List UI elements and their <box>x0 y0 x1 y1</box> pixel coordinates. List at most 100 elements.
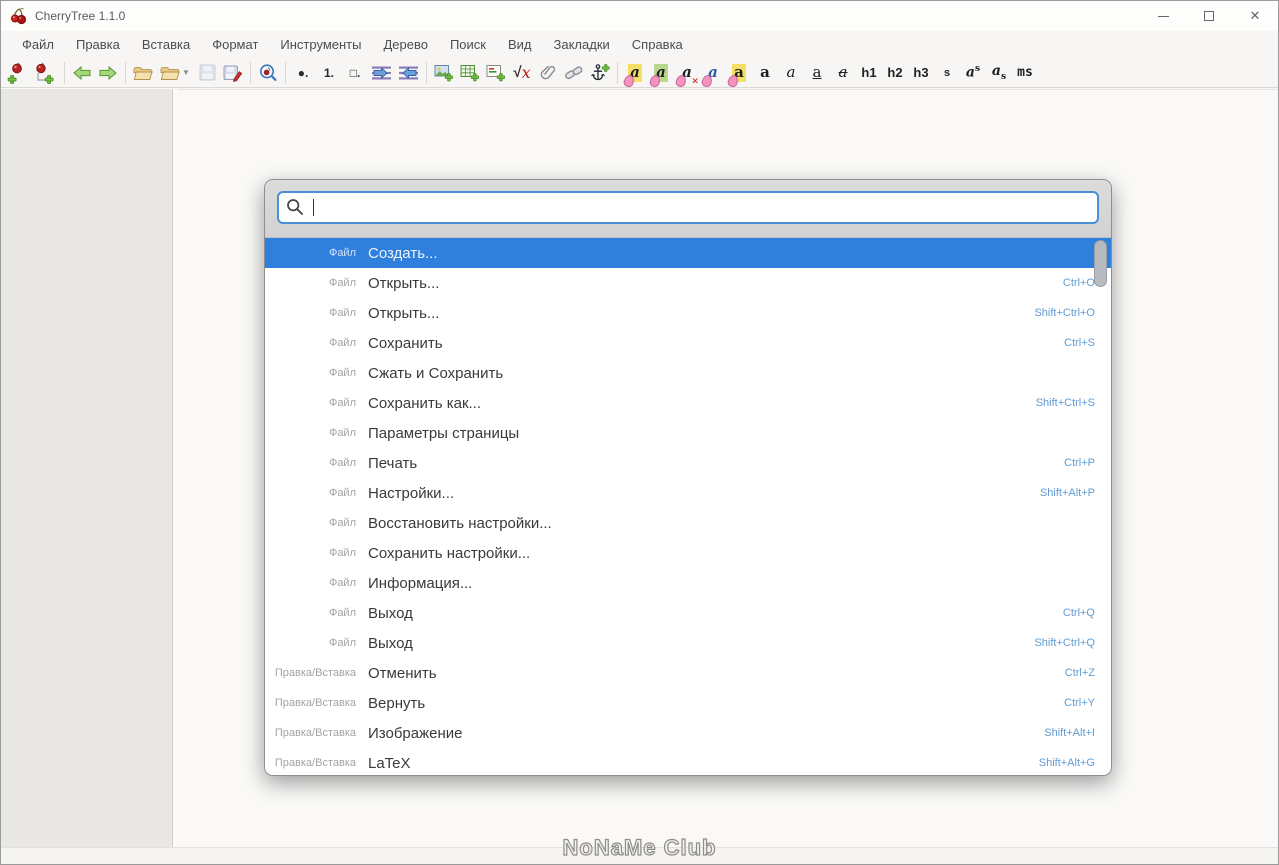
save-button[interactable] <box>194 60 220 86</box>
small-icon: s <box>943 66 951 79</box>
indent-button[interactable] <box>368 60 395 86</box>
command-row[interactable]: Файл Восстановить настройки... <box>265 508 1111 538</box>
search-input[interactable] <box>277 191 1099 224</box>
command-row[interactable]: Файл Печать Ctrl+P <box>265 448 1111 478</box>
app-window: CherryTree 1.1.0 ✕ Файл Правка Вставка Форм… <box>0 0 1279 865</box>
numbered-list-button[interactable]: 1. <box>316 60 342 86</box>
menu-item[interactable]: Поиск <box>439 33 497 56</box>
command-row[interactable]: Файл Открыть... Shift+Ctrl+O <box>265 298 1111 328</box>
command-label: Изображение <box>368 724 463 742</box>
monospace-button[interactable]: ms <box>1012 60 1038 86</box>
save-as-button[interactable] <box>220 60 246 86</box>
command-row[interactable]: Правка/Вставка LaTeX Shift+Alt+G <box>265 748 1111 775</box>
superscript-button[interactable]: as <box>960 60 986 86</box>
toolbar-separator <box>64 61 65 84</box>
command-row[interactable]: Правка/Вставка Вернуть Ctrl+Y <box>265 688 1111 718</box>
bullet-list-button[interactable]: ●. <box>290 60 316 86</box>
h3-button[interactable]: h3 <box>908 60 934 86</box>
command-row[interactable]: Файл Сохранить Ctrl+S <box>265 328 1111 358</box>
insert-anchor-button[interactable] <box>587 60 613 86</box>
minimize-button[interactable] <box>1140 1 1186 31</box>
menu-item[interactable]: Вид <box>497 33 543 56</box>
command-row[interactable]: Правка/Вставка Отменить Ctrl+Z <box>265 658 1111 688</box>
command-shortcut: Ctrl+S <box>1064 337 1095 349</box>
insert-link-button[interactable] <box>561 60 587 86</box>
todo-list-icon: □. <box>349 65 361 80</box>
menu-item[interactable]: Вставка <box>131 33 201 56</box>
scrollbar-thumb[interactable] <box>1094 240 1107 287</box>
insert-codebox-button[interactable] <box>483 60 509 86</box>
command-shortcut: Ctrl+P <box>1064 457 1095 469</box>
menu-item[interactable]: Справка <box>621 33 694 56</box>
find-button[interactable] <box>255 60 281 86</box>
insert-codebox-icon <box>486 64 505 81</box>
clear-formatting-icon: a <box>680 64 698 86</box>
small-button[interactable]: s <box>934 60 960 86</box>
command-row[interactable]: Файл Информация... <box>265 568 1111 598</box>
new-node-icon <box>7 62 22 84</box>
h2-button[interactable]: h2 <box>882 60 908 86</box>
insert-image-button[interactable] <box>431 60 457 86</box>
italic-button[interactable]: a <box>778 60 804 86</box>
command-row[interactable]: Файл Настройки... Shift+Alt+P <box>265 478 1111 508</box>
command-category: Файл <box>328 247 356 259</box>
titlebar: CherryTree 1.1.0 ✕ <box>1 1 1278 31</box>
command-shortcut: Shift+Ctrl+S <box>1035 397 1095 409</box>
superscript-icon: as <box>965 64 981 81</box>
todo-list-button[interactable]: □. <box>342 60 368 86</box>
menu-item[interactable]: Закладки <box>543 33 621 56</box>
menu-item[interactable]: Правка <box>65 33 131 56</box>
underline-button[interactable]: a <box>804 60 830 86</box>
h2-icon: h2 <box>887 65 903 80</box>
command-category: Файл <box>328 307 356 319</box>
text-color-button[interactable]: a <box>622 60 648 86</box>
menu-item[interactable]: Файл <box>11 33 65 56</box>
attach-file-button[interactable] <box>535 60 561 86</box>
command-row[interactable]: Файл Сохранить настройки... <box>265 538 1111 568</box>
command-row[interactable]: Файл Сохранить как... Shift+Ctrl+S <box>265 388 1111 418</box>
open-file-button[interactable] <box>130 60 156 86</box>
new-node-button[interactable] <box>4 60 30 86</box>
insert-table-button[interactable] <box>457 60 483 86</box>
background-color-button[interactable]: a <box>648 60 674 86</box>
h1-button[interactable]: h1 <box>856 60 882 86</box>
clear-formatting-button[interactable]: a <box>674 60 700 86</box>
tree-panel[interactable] <box>1 89 173 847</box>
color-style-button[interactable]: a <box>700 60 726 86</box>
insert-math-button[interactable]: √ x <box>509 60 535 86</box>
subscript-button[interactable]: as <box>986 60 1012 86</box>
menu-item[interactable]: Формат <box>201 33 269 56</box>
highlight-button[interactable]: a <box>726 60 752 86</box>
command-shortcut: Shift+Ctrl+Q <box>1034 637 1095 649</box>
underline-icon: a <box>812 63 822 81</box>
bold-button[interactable]: a <box>752 60 778 86</box>
strikethrough-icon: a <box>838 63 848 81</box>
window-controls: ✕ <box>1140 1 1278 31</box>
background-color-icon: a <box>654 62 668 82</box>
text-color-icon: a <box>628 62 642 82</box>
strikethrough-button[interactable]: a <box>830 60 856 86</box>
toolbar-separator <box>125 61 126 84</box>
menu-item[interactable]: Инструменты <box>269 33 372 56</box>
unindent-button[interactable] <box>395 60 422 86</box>
command-row[interactable]: Файл Выход Ctrl+Q <box>265 598 1111 628</box>
go-forward-button[interactable] <box>95 60 121 86</box>
open-recent-button[interactable]: ▼ <box>156 60 194 86</box>
command-row[interactable]: Файл Сжать и Сохранить <box>265 358 1111 388</box>
command-row[interactable]: Файл Параметры страницы <box>265 418 1111 448</box>
command-row[interactable]: Файл Выход Shift+Ctrl+Q <box>265 628 1111 658</box>
menu-item[interactable]: Дерево <box>372 33 438 56</box>
command-row[interactable]: Файл Открыть... Ctrl+O <box>265 268 1111 298</box>
command-label: Сохранить <box>368 334 443 352</box>
close-button[interactable]: ✕ <box>1232 1 1278 31</box>
cherrytree-logo-icon <box>10 7 28 25</box>
new-subnode-button[interactable] <box>30 60 60 86</box>
command-shortcut: Shift+Alt+G <box>1038 757 1095 769</box>
maximize-button[interactable] <box>1186 1 1232 31</box>
window-title: CherryTree 1.1.0 <box>35 9 126 23</box>
command-row[interactable]: Файл Создать... <box>265 238 1111 268</box>
command-row[interactable]: Правка/Вставка Изображение Shift+Alt+I <box>265 718 1111 748</box>
command-category: Файл <box>328 487 356 499</box>
go-back-button[interactable] <box>69 60 95 86</box>
command-label: Сжать и Сохранить <box>368 364 504 382</box>
